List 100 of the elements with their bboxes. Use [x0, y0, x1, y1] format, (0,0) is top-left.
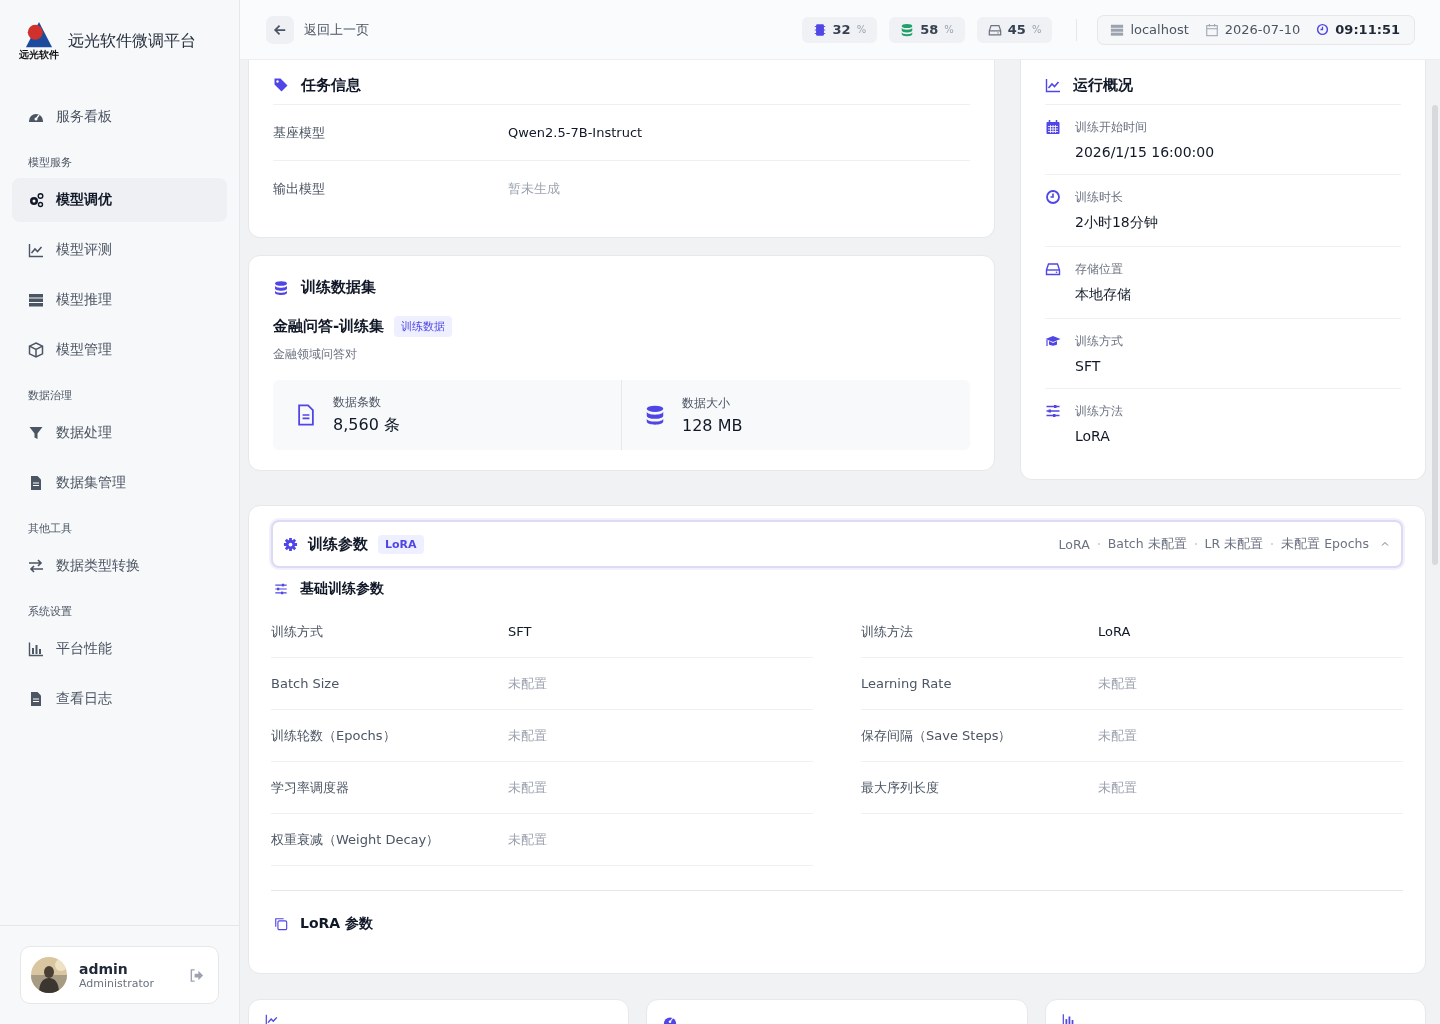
nav-item[interactable]: 模型评测 — [12, 228, 227, 272]
param-label: 训练方式 — [271, 622, 324, 641]
section-title: LoRA 参数 — [300, 915, 374, 933]
filter-icon — [28, 425, 44, 441]
cube-icon — [28, 342, 44, 358]
chart-icon — [1045, 77, 1061, 93]
clock-icon — [1045, 189, 1061, 205]
overview-value: SFT — [1075, 358, 1102, 374]
db-icon — [900, 22, 915, 37]
summary-item: 未配置 Epochs — [1281, 535, 1369, 553]
server-icon — [1110, 22, 1125, 37]
param-label: 训练方法 — [861, 622, 914, 641]
param-value: 未配置 — [508, 778, 547, 797]
scrollbar-thumb[interactable] — [1432, 105, 1438, 565]
back-button[interactable]: 返回上一页 — [266, 15, 369, 44]
summary-item: LoRA — [1058, 536, 1090, 552]
cap-icon — [1045, 333, 1061, 349]
sliders-icon — [1045, 403, 1061, 419]
file-icon — [28, 475, 44, 491]
clock-icon — [1316, 23, 1330, 36]
param-value: 未配置 — [1098, 778, 1137, 797]
nav-item[interactable]: 数据处理 — [12, 411, 227, 455]
chart-icon — [265, 1013, 279, 1024]
bars-icon — [1061, 1013, 1076, 1024]
time-text: 09:11:51 — [1335, 22, 1400, 37]
overview-label: 训练方式 — [1075, 333, 1123, 350]
logout-button[interactable] — [189, 967, 204, 983]
dataset-name: 金融问答-训练集 — [273, 317, 385, 336]
nav-section-label: 模型服务 — [27, 155, 73, 171]
nav-item[interactable]: 查看日志 — [12, 677, 227, 721]
nav-item[interactable]: 模型推理 — [12, 278, 227, 322]
filel-icon — [295, 404, 317, 426]
section-title: 基础训练参数 — [300, 580, 384, 598]
app-title: 远光软件微调平台 — [68, 30, 196, 52]
tag-icon — [273, 77, 289, 93]
resource-metric: 32 % — [801, 16, 878, 43]
param-label: 训练轮数（Epochs） — [271, 726, 397, 745]
nav-section-label: 其他工具 — [27, 521, 73, 537]
param-label: 学习率调度器 — [271, 778, 350, 797]
method-tag: LoRA — [378, 534, 424, 554]
field-label: 输出模型 — [273, 179, 326, 198]
host-name: localhost — [1130, 22, 1189, 37]
gear-icon — [283, 536, 298, 552]
overview-label: 训练方法 — [1075, 403, 1123, 420]
logo: 远光软件 — [18, 21, 60, 61]
param-value: SFT — [508, 624, 532, 639]
nav-section-label: 数据治理 — [27, 388, 73, 404]
param-label: Batch Size — [271, 676, 341, 691]
bars-icon — [28, 641, 44, 657]
gears-icon — [28, 192, 44, 208]
param-value: LoRA — [1098, 624, 1131, 639]
param-value: 未配置 — [508, 830, 547, 849]
calendarl-icon — [1204, 22, 1219, 37]
resource-metric: 45 % — [976, 16, 1053, 43]
card-title: 训练数据集 — [301, 278, 376, 297]
chart-icon — [28, 242, 44, 258]
dataset-stat: 数据大小 128 MB — [622, 380, 970, 450]
server-icon — [28, 292, 44, 308]
param-value: 未配置 — [508, 674, 547, 693]
nav-item[interactable]: 数据类型转换 — [12, 544, 227, 588]
calendar-icon — [1045, 119, 1061, 135]
summary-item: LR 未配置 — [1204, 535, 1264, 553]
overview-label: 训练开始时间 — [1075, 119, 1148, 136]
summary-item: Batch 未配置 — [1107, 535, 1187, 553]
params-header[interactable]: 训练参数 LoRA LoRA Batch 未配置 LR 未配置 未配置 Epochs — [271, 520, 1403, 568]
param-label: 保存间隔（Save Steps） — [861, 726, 1013, 745]
nav-item[interactable]: 模型管理 — [12, 328, 227, 372]
date-text: 2026-07-10 — [1224, 22, 1301, 37]
nav-item[interactable]: 模型调优 — [12, 178, 227, 222]
overview-label: 存储位置 — [1075, 261, 1124, 278]
nav-item[interactable]: 服务看板 — [12, 95, 227, 139]
overview-value: 2小时18分钟 — [1075, 214, 1158, 232]
arrow-left-icon — [273, 22, 287, 37]
dataset-stat: 数据条数 8,560 条 — [273, 380, 622, 450]
param-label: 最大序列长度 — [861, 778, 940, 797]
nav-item[interactable]: 数据集管理 — [12, 461, 227, 505]
param-label: Learning Rate — [861, 676, 953, 691]
card-title: 任务信息 — [301, 75, 361, 95]
field-label: 基座模型 — [273, 123, 326, 142]
user-role: Administrator — [79, 976, 155, 990]
overview-label: 训练时长 — [1075, 189, 1124, 206]
field-value: 暂未生成 — [508, 179, 560, 198]
sliders-icon — [274, 582, 288, 596]
nav-section-label: 系统设置 — [27, 604, 73, 620]
dataset-tag: 训练数据 — [394, 316, 453, 337]
field-value: Qwen2.5-7B-Instruct — [508, 125, 643, 140]
swap-icon — [28, 558, 44, 574]
overview-value: LoRA — [1075, 428, 1111, 444]
overview-value: 本地存储 — [1075, 286, 1131, 304]
param-value: 未配置 — [508, 726, 547, 745]
card-title: 运行概况 — [1073, 75, 1133, 95]
copy-icon — [274, 917, 288, 931]
db-icon — [273, 279, 289, 296]
user-name: admin — [79, 960, 129, 977]
nav-item[interactable]: 平台性能 — [12, 627, 227, 671]
overview-value: 2026/1/15 16:00:00 — [1075, 144, 1215, 160]
param-label: 权重衰减（Weight Decay） — [271, 830, 441, 849]
gpu-icon — [812, 22, 827, 37]
file-icon — [28, 691, 44, 707]
card-title: 训练参数 — [308, 534, 368, 554]
